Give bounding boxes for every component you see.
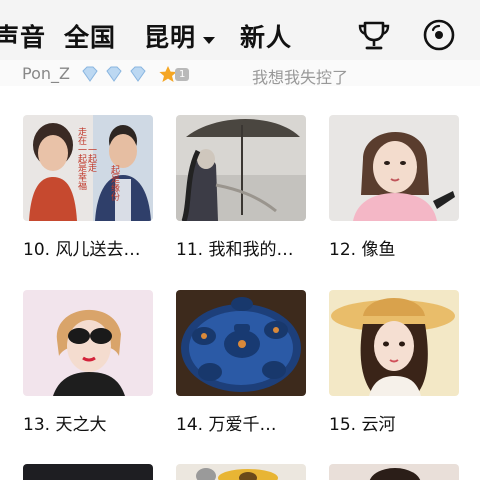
- song-cover: [329, 290, 459, 396]
- diamond-icon: [106, 66, 122, 82]
- song-title: 15. 云河: [329, 415, 396, 435]
- tab-voice[interactable]: 声音: [0, 18, 46, 54]
- record-icon[interactable]: [422, 18, 456, 52]
- cover-text: 一起走: [86, 145, 96, 172]
- badge-list: [80, 66, 148, 82]
- song-title: 11. 我和我的…: [176, 240, 294, 260]
- level-number: 1: [175, 67, 190, 81]
- song-cover-partial[interactable]: [23, 464, 153, 480]
- song-cover-partial[interactable]: [329, 464, 459, 480]
- song-cover: [329, 115, 459, 221]
- level-badge: 1: [158, 65, 190, 83]
- tab-nationwide[interactable]: 全国: [64, 18, 116, 54]
- diamond-icon: [130, 66, 146, 82]
- featured-user-row[interactable]: Pon_Z 1 我想我失控了: [0, 60, 480, 86]
- song-cover: [176, 290, 306, 396]
- song-cover: 一起走 走在一起是幸福 起是缘份: [23, 115, 153, 221]
- tab-newcomers[interactable]: 新人: [240, 18, 292, 54]
- chevron-down-icon[interactable]: [203, 37, 215, 44]
- song-title: 13. 天之大: [23, 415, 107, 435]
- song-cover: [176, 115, 306, 221]
- cover-text: 起是缘份: [109, 165, 119, 201]
- username: Pon_Z: [22, 64, 70, 83]
- song-cover-partial[interactable]: [176, 464, 306, 480]
- song-title: 14. 万爱千…: [176, 415, 277, 435]
- trophy-icon[interactable]: [357, 18, 391, 52]
- song-title: 10. 风儿送去…: [23, 240, 141, 260]
- song-cover: [23, 290, 153, 396]
- tab-kunming[interactable]: 昆明: [144, 18, 196, 54]
- song-title: 12. 像鱼: [329, 240, 396, 260]
- cover-text: 走在一起是幸福: [76, 127, 86, 190]
- diamond-icon: [82, 66, 98, 82]
- user-slogan: 我想我失控了: [252, 68, 349, 86]
